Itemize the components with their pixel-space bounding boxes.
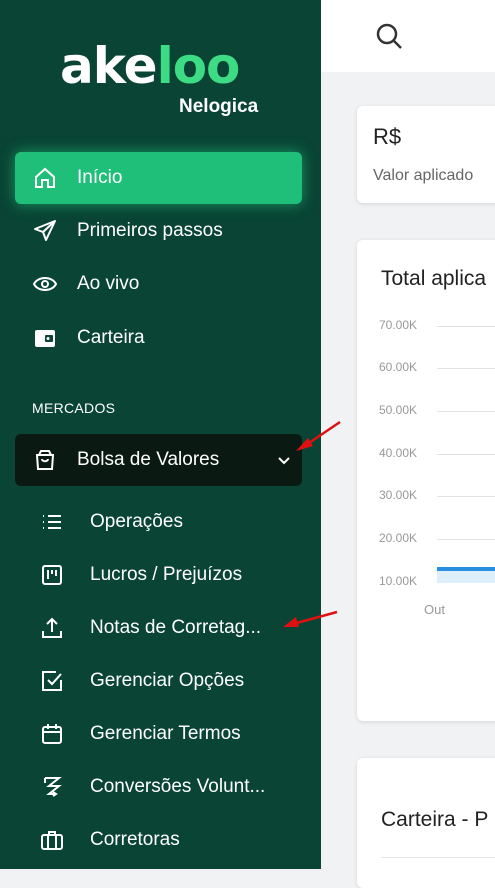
- send-icon: [33, 219, 57, 243]
- portfolio-title: Carteira - P: [381, 808, 489, 831]
- nav-ao-vivo[interactable]: Ao vivo: [15, 258, 302, 310]
- submenu-conversoes-voluntarias[interactable]: Conversões Volunt...: [40, 767, 310, 807]
- x-tick: Out: [424, 602, 445, 617]
- grid-line: [437, 539, 495, 540]
- submenu-corretoras[interactable]: Corretoras: [40, 820, 310, 860]
- nav-inicio[interactable]: Início: [15, 152, 302, 204]
- submenu-notas-de-corretagem[interactable]: Notas de Corretag...: [40, 608, 310, 648]
- sidebar: akeloo Nelogica Início Primeiros passos …: [0, 0, 321, 869]
- submenu-label: Gerenciar Termos: [90, 723, 241, 744]
- section-mercados: MERCADOS: [32, 400, 116, 416]
- series-area: [437, 571, 495, 583]
- nav-carteira[interactable]: Carteira: [15, 312, 302, 364]
- upload-icon: [40, 616, 64, 640]
- shopping-bag-icon: [33, 448, 57, 472]
- nav-label: Início: [77, 167, 123, 188]
- home-icon: [33, 166, 57, 190]
- y-tick: 20.00K: [379, 531, 418, 545]
- submenu-label: Corretoras: [90, 829, 180, 850]
- submenu-label: Notas de Corretag...: [90, 617, 262, 638]
- nav-label: Carteira: [77, 327, 145, 348]
- submenu-gerenciar-opcoes[interactable]: Gerenciar Opções: [40, 661, 310, 701]
- eye-icon: [33, 272, 57, 296]
- nav-bolsa-de-valores[interactable]: Bolsa de Valores: [15, 434, 302, 486]
- chart-card: Total aplica 70.00K 60.00K 50.00K 40.00K…: [357, 240, 495, 721]
- y-tick: 10.00K: [379, 574, 418, 588]
- currency-symbol: R$: [373, 124, 402, 149]
- submenu-gerenciar-termos[interactable]: Gerenciar Termos: [40, 714, 310, 754]
- checkbox-icon: [40, 669, 64, 693]
- series-line: [437, 567, 495, 571]
- submenu-label: Gerenciar Opções: [90, 670, 245, 691]
- submenu-operacoes[interactable]: Operações: [40, 502, 310, 542]
- logo-subtitle: Nelogica: [179, 96, 259, 117]
- submenu-label: Lucros / Prejuízos: [90, 564, 243, 585]
- nav-primeiros-passos[interactable]: Primeiros passos: [15, 205, 302, 257]
- y-tick: 70.00K: [379, 318, 418, 332]
- y-tick: 30.00K: [379, 488, 418, 502]
- submenu-label: Conversões Volunt...: [90, 776, 266, 797]
- nav-label: Ao vivo: [77, 273, 140, 294]
- divider: [381, 857, 495, 858]
- top-bar: [321, 0, 495, 72]
- nav-label: Bolsa de Valores: [77, 449, 220, 470]
- y-tick: 60.00K: [379, 360, 418, 374]
- wallet-icon: [33, 326, 57, 350]
- list-icon: [40, 510, 64, 534]
- search-icon[interactable]: [375, 22, 403, 50]
- summary-label: Valor aplicado: [373, 167, 474, 184]
- submenu-lucros-prejuizos[interactable]: Lucros / Prejuízos: [40, 555, 310, 595]
- submenu-label: Operações: [90, 511, 183, 532]
- kanban-icon: [40, 563, 64, 587]
- grid-line: [437, 496, 495, 497]
- calendar-icon: [40, 722, 64, 746]
- grid-line: [437, 454, 495, 455]
- nav-label: Primeiros passos: [77, 220, 223, 241]
- grid-line: [437, 368, 495, 369]
- y-tick: 40.00K: [379, 446, 418, 460]
- convert-icon: [40, 775, 64, 799]
- briefcase-icon: [40, 828, 64, 852]
- summary-card: R$ Valor aplicado: [357, 106, 495, 203]
- chevron-down-icon[interactable]: [276, 452, 292, 468]
- grid-line: [437, 326, 495, 327]
- grid-line: [437, 411, 495, 412]
- y-tick: 50.00K: [379, 403, 418, 417]
- app-logo[interactable]: akeloo: [60, 36, 240, 96]
- chart-title: Total aplica: [381, 267, 487, 290]
